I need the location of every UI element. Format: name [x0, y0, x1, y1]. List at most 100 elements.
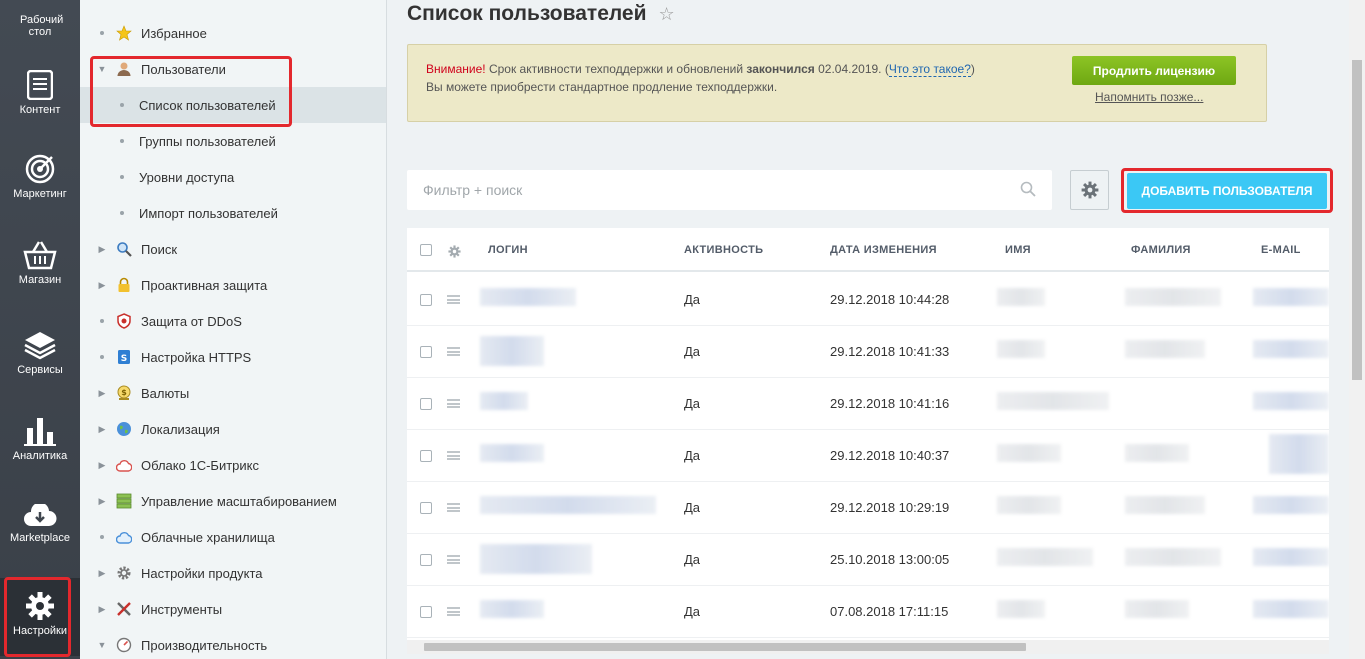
bullet [120, 139, 124, 143]
table-row[interactable]: Да 29.12.2018 10:41:33 [407, 326, 1329, 378]
nav-marketplace[interactable]: Marketplace [0, 504, 80, 544]
menu-item-tools[interactable]: ▶ Инструменты [80, 591, 386, 627]
nav-services[interactable]: Сервисы [0, 330, 80, 376]
blurred-name [997, 548, 1093, 566]
scrollbar-thumb[interactable] [424, 643, 1026, 651]
row-actions-icon[interactable] [447, 607, 460, 616]
row-actions-icon[interactable] [447, 503, 460, 512]
menu-item-product-settings[interactable]: ▶ Настройки продукта [80, 555, 386, 591]
filter-search-input[interactable]: Фильтр + поиск [407, 170, 1052, 210]
table-horizontal-scrollbar[interactable] [407, 640, 1329, 654]
what-is-this-link[interactable]: Что это такое? [888, 62, 971, 77]
column-modified[interactable]: ДАТА ИЗМЕНЕНИЯ [830, 244, 937, 256]
blurred-last-name [1125, 600, 1189, 618]
coin-icon: $ [115, 384, 133, 402]
column-email[interactable]: E-MAIL [1261, 244, 1301, 256]
list-settings-button[interactable] [1070, 170, 1109, 210]
expand-arrow-icon[interactable]: ▶ [97, 280, 107, 291]
menu-item-user-import[interactable]: Импорт пользователей [80, 195, 386, 231]
document-icon [27, 70, 53, 100]
column-last-name[interactable]: ФАМИЛИЯ [1131, 244, 1191, 256]
blurred-name [997, 392, 1109, 410]
renew-license-button[interactable]: Продлить лицензию [1072, 56, 1236, 85]
row-actions-icon[interactable] [447, 555, 460, 564]
table-row[interactable]: Да 29.12.2018 10:44:28 [407, 274, 1329, 326]
lock-icon [115, 276, 133, 294]
table-row[interactable]: Да 07.08.2018 17:11:15 [407, 586, 1329, 638]
row-checkbox[interactable] [420, 398, 432, 410]
expand-arrow-icon[interactable]: ▶ [97, 604, 107, 615]
expand-arrow-icon[interactable]: ▶ [97, 460, 107, 471]
page-title-text: Список пользователей [407, 2, 647, 25]
column-login[interactable]: ЛОГИН [488, 244, 528, 256]
notice-bold: закончился [746, 62, 815, 76]
expand-arrow-icon[interactable]: ▶ [97, 424, 107, 435]
menu-label: Поиск [141, 241, 178, 257]
expand-arrow-icon[interactable]: ▶ [97, 244, 107, 255]
table-row[interactable]: Да 29.12.2018 10:29:19 [407, 482, 1329, 534]
nav-desktop[interactable]: Рабочий стол [0, 14, 80, 38]
menu-item-https[interactable]: S Настройка HTTPS [80, 339, 386, 375]
row-checkbox[interactable] [420, 450, 432, 462]
menu-item-performance[interactable]: ▼ Производительность [80, 627, 386, 659]
search-icon[interactable] [1020, 181, 1036, 197]
cell-modified: 29.12.2018 10:29:19 [830, 500, 950, 515]
nav-label: Аналитика [12, 450, 68, 462]
expand-arrow-icon[interactable]: ▶ [97, 568, 107, 579]
nav-analytics[interactable]: Аналитика [0, 414, 80, 462]
menu-item-favorites[interactable]: Избранное [80, 15, 386, 51]
nav-label: Рабочий стол [20, 14, 64, 38]
row-checkbox[interactable] [420, 554, 432, 566]
menu-label: Локализация [141, 421, 220, 437]
row-actions-icon[interactable] [447, 295, 460, 304]
expand-arrow-icon[interactable]: ▶ [97, 388, 107, 399]
row-actions-icon[interactable] [447, 347, 460, 356]
select-all-checkbox[interactable] [420, 244, 432, 256]
table-row[interactable]: Да 25.10.2018 13:00:05 [407, 534, 1329, 586]
row-actions-icon[interactable] [447, 451, 460, 460]
blurred-email [1253, 600, 1329, 618]
menu-item-scaling[interactable]: ▶ Управление масштабированием [80, 483, 386, 519]
cloud-bitrix-icon [115, 456, 133, 474]
menu-item-access-levels[interactable]: Уровни доступа [80, 159, 386, 195]
nav-shop[interactable]: Магазин [0, 240, 80, 286]
cell-active: Да [684, 500, 701, 515]
row-checkbox[interactable] [420, 346, 432, 358]
blurred-last-name [1125, 496, 1205, 514]
cell-active: Да [684, 552, 701, 567]
favorite-star-icon[interactable]: ☆ [659, 4, 675, 25]
expand-arrow-icon[interactable]: ▼ [97, 640, 107, 650]
menu-item-proactive[interactable]: ▶ Проактивная защита [80, 267, 386, 303]
row-checkbox[interactable] [420, 606, 432, 618]
column-settings-gear-icon[interactable] [448, 245, 461, 258]
column-active[interactable]: АКТИВНОСТЬ [684, 244, 763, 256]
speedometer-icon [115, 636, 133, 654]
cloud-storage-icon [115, 528, 133, 546]
expand-arrow-icon[interactable]: ▶ [97, 496, 107, 507]
blurred-login [480, 496, 656, 514]
menu-item-ddos[interactable]: Защита от DDoS [80, 303, 386, 339]
page-vertical-scrollbar[interactable] [1349, 0, 1365, 659]
table-header: ЛОГИН АКТИВНОСТЬ ДАТА ИЗМЕНЕНИЯ ИМЯ ФАМИ… [407, 228, 1329, 272]
row-checkbox[interactable] [420, 502, 432, 514]
cell-modified: 29.12.2018 10:41:16 [830, 396, 950, 411]
table-row[interactable]: Да 29.12.2018 10:40:37 [407, 430, 1329, 482]
https-lock-icon: S [115, 348, 133, 366]
scrollbar-thumb[interactable] [1352, 60, 1362, 380]
menu-item-cloud-storage[interactable]: Облачные хранилища [80, 519, 386, 555]
menu-item-bitrix-cloud[interactable]: ▶ Облако 1С-Битрикс [80, 447, 386, 483]
basket-icon [23, 241, 57, 270]
nav-marketing[interactable]: Маркетинг [0, 154, 80, 200]
remind-later-link[interactable]: Напомнить позже... [1095, 90, 1203, 104]
menu-item-user-groups[interactable]: Группы пользователей [80, 123, 386, 159]
row-checkbox[interactable] [420, 294, 432, 306]
row-actions-icon[interactable] [447, 399, 460, 408]
menu-item-currencies[interactable]: ▶ $ Валюты [80, 375, 386, 411]
menu-item-search[interactable]: ▶ Поиск [80, 231, 386, 267]
column-first-name[interactable]: ИМЯ [1005, 244, 1031, 256]
blurred-login [480, 444, 544, 462]
menu-item-localization[interactable]: ▶ Локализация [80, 411, 386, 447]
table-row[interactable]: Да 29.12.2018 10:41:16 [407, 378, 1329, 430]
nav-content[interactable]: Контент [0, 70, 80, 116]
notice-line-1: Внимание! Срок активности техподдержки и… [426, 62, 975, 77]
